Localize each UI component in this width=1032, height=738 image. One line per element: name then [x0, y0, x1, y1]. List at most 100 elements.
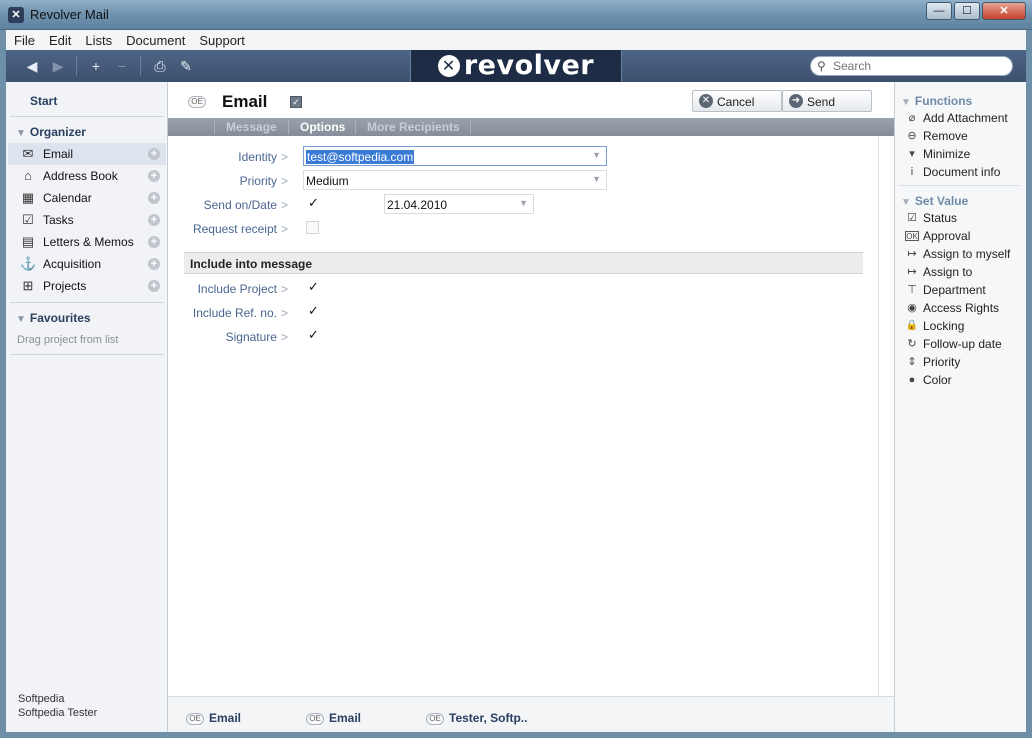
start-link[interactable]: Start [30, 94, 57, 108]
app-icon[interactable]: ✕ [8, 7, 24, 23]
history-item-email-1[interactable]: Email [209, 711, 241, 725]
cancel-button[interactable]: ✕ Cancel [692, 90, 782, 112]
function-remove[interactable]: ⊖ Remove [905, 127, 1023, 145]
calendar-icon: ▦ [21, 190, 35, 205]
sidebar-item-calendar[interactable]: ▦ Calendar + [8, 187, 166, 209]
menu-support[interactable]: Support [199, 33, 245, 48]
right-panel: ▼ Functions ⌀ Add Attachment ⊖ Remove ▾ Mini… [894, 82, 1026, 732]
tab-message[interactable]: Message [226, 120, 277, 134]
menu-file[interactable]: File [14, 33, 35, 48]
function-document-info[interactable]: i Document info [905, 163, 1023, 181]
history-item-contact[interactable]: Tester, Softp.. [449, 711, 527, 725]
search-box[interactable]: ⚲ [810, 56, 1013, 76]
set-assign-to[interactable]: ↦ Assign to [905, 263, 1023, 281]
set-assign-to-myself[interactable]: ↦ Assign to myself [905, 245, 1023, 263]
note-button[interactable]: ✎ [176, 56, 196, 76]
send-on-label: Send on/Date > [203, 198, 288, 212]
lock-icon: 🔒 [905, 320, 919, 331]
signature-label: Signature > [225, 330, 288, 344]
add-project-icon[interactable]: + [148, 280, 160, 292]
maximize-window-button[interactable]: ☐ [954, 2, 980, 20]
sidebar-item-projects[interactable]: ⊞ Projects + [8, 275, 166, 297]
add-acquisition-icon[interactable]: + [148, 258, 160, 270]
vertical-scrollbar[interactable] [878, 136, 879, 696]
history-badge: OE [426, 713, 444, 725]
menu-document[interactable]: Document [126, 33, 185, 48]
include-section-title: Include into message [190, 257, 313, 271]
tab-more-recipients[interactable]: More Recipients [367, 120, 460, 134]
add-button[interactable]: + [86, 56, 106, 76]
send-on-checkbox[interactable]: ✓ [308, 195, 319, 211]
menu-edit[interactable]: Edit [49, 33, 71, 48]
sidebar-item-email[interactable]: ✉ Email + [8, 143, 166, 165]
tab-options[interactable]: Options [300, 120, 345, 134]
department-icon: ⊤ [907, 284, 917, 296]
sidebar-item-address-book[interactable]: ⌂ Address Book + [8, 165, 166, 187]
add-email-icon[interactable]: + [148, 148, 160, 160]
set-color[interactable]: ● Color [905, 371, 1023, 389]
signature-checkbox[interactable]: ✓ [308, 327, 319, 343]
hierarchy-icon: ⊞ [22, 278, 34, 293]
add-event-icon[interactable]: + [148, 192, 160, 204]
print-button[interactable]: ⎙ [150, 56, 170, 76]
search-input[interactable] [833, 59, 1003, 73]
minimize-window-button[interactable]: — [926, 2, 952, 20]
identity-select[interactable]: test@softpedia.com ▼ [303, 146, 607, 166]
set-status[interactable]: ☑ Status [905, 209, 1023, 227]
sidebar-item-acquisition[interactable]: ⚓ Acquisition + [8, 253, 166, 275]
set-value-title: Set Value [914, 194, 969, 208]
organizer-header[interactable]: ▼ Organizer [16, 125, 86, 139]
sidebar-item-label: Email [43, 147, 74, 161]
functions-title: Functions [914, 94, 973, 108]
remove-button[interactable]: − [112, 56, 132, 76]
back-button[interactable]: ◀ [22, 56, 42, 76]
user-name: Softpedia Tester [18, 707, 98, 719]
sidebar-item-letters-memos[interactable]: ▤ Letters & Memos + [8, 231, 166, 253]
status-checkbox-icon[interactable]: ✓ [290, 96, 302, 108]
close-window-button[interactable]: ✕ [982, 2, 1026, 20]
date-select[interactable]: 21.04.2010 ▼ [384, 194, 534, 214]
drop-icon: ● [908, 374, 916, 386]
set-approval[interactable]: OK Approval [905, 227, 1023, 245]
send-button[interactable]: ➜ Send [782, 90, 872, 112]
anchor-icon: ⚓ [20, 256, 37, 271]
include-project-label: Include Project > [197, 282, 288, 296]
functions-header[interactable]: ▼ Functions [901, 94, 972, 108]
priority-value: Medium [306, 174, 349, 188]
history-item-email-2[interactable]: Email [329, 711, 361, 725]
cancel-label: Cancel [717, 95, 755, 109]
forward-button[interactable]: ▶ [48, 56, 68, 76]
window-title: Revolver Mail [30, 7, 109, 22]
chevron-down-icon: ▼ [519, 198, 528, 208]
include-project-checkbox[interactable]: ✓ [308, 279, 319, 295]
priority-label: Priority > [239, 174, 288, 188]
set-value-header[interactable]: ▼ Set Value [901, 194, 968, 208]
collapse-triangle-icon: ▼ [16, 128, 26, 139]
add-task-icon[interactable]: + [148, 214, 160, 226]
logo-mark-icon: ✕ [437, 55, 460, 77]
document-icon: ▤ [21, 234, 35, 249]
set-access-rights[interactable]: ◉ Access Rights [905, 299, 1023, 317]
include-refno-checkbox[interactable]: ✓ [308, 303, 319, 319]
status-icon: ☑ [907, 212, 917, 224]
menu-lists[interactable]: Lists [85, 33, 112, 48]
favourites-header[interactable]: ▼ Favourites [16, 311, 91, 325]
set-follow-up-date[interactable]: ↻ Follow-up date [905, 335, 1023, 353]
function-add-attachment[interactable]: ⌀ Add Attachment [905, 109, 1023, 127]
sidebar-item-label: Calendar [43, 191, 92, 205]
doc-type-badge: OE [188, 96, 206, 108]
document-header: OE Email ✓ ✕ Cancel ➜ Send [168, 82, 894, 118]
request-receipt-checkbox[interactable] [306, 221, 319, 234]
add-contact-icon[interactable]: + [148, 170, 160, 182]
add-letter-icon[interactable]: + [148, 236, 160, 248]
set-department[interactable]: ⊤ Department [905, 281, 1023, 299]
assign-icon: ↦ [907, 266, 917, 278]
sidebar-item-tasks[interactable]: ☑ Tasks + [8, 209, 166, 231]
priority-select[interactable]: Medium ▼ [303, 170, 607, 190]
function-minimize[interactable]: ▾ Minimize [905, 145, 1023, 163]
set-priority[interactable]: ⇕ Priority [905, 353, 1023, 371]
sidebar-item-label: Letters & Memos [43, 235, 134, 249]
title-bar: ✕ Revolver Mail — ☐ ✕ [0, 0, 1032, 30]
priority-icon: ⇕ [907, 356, 917, 368]
set-locking[interactable]: 🔒 Locking [905, 317, 1023, 335]
